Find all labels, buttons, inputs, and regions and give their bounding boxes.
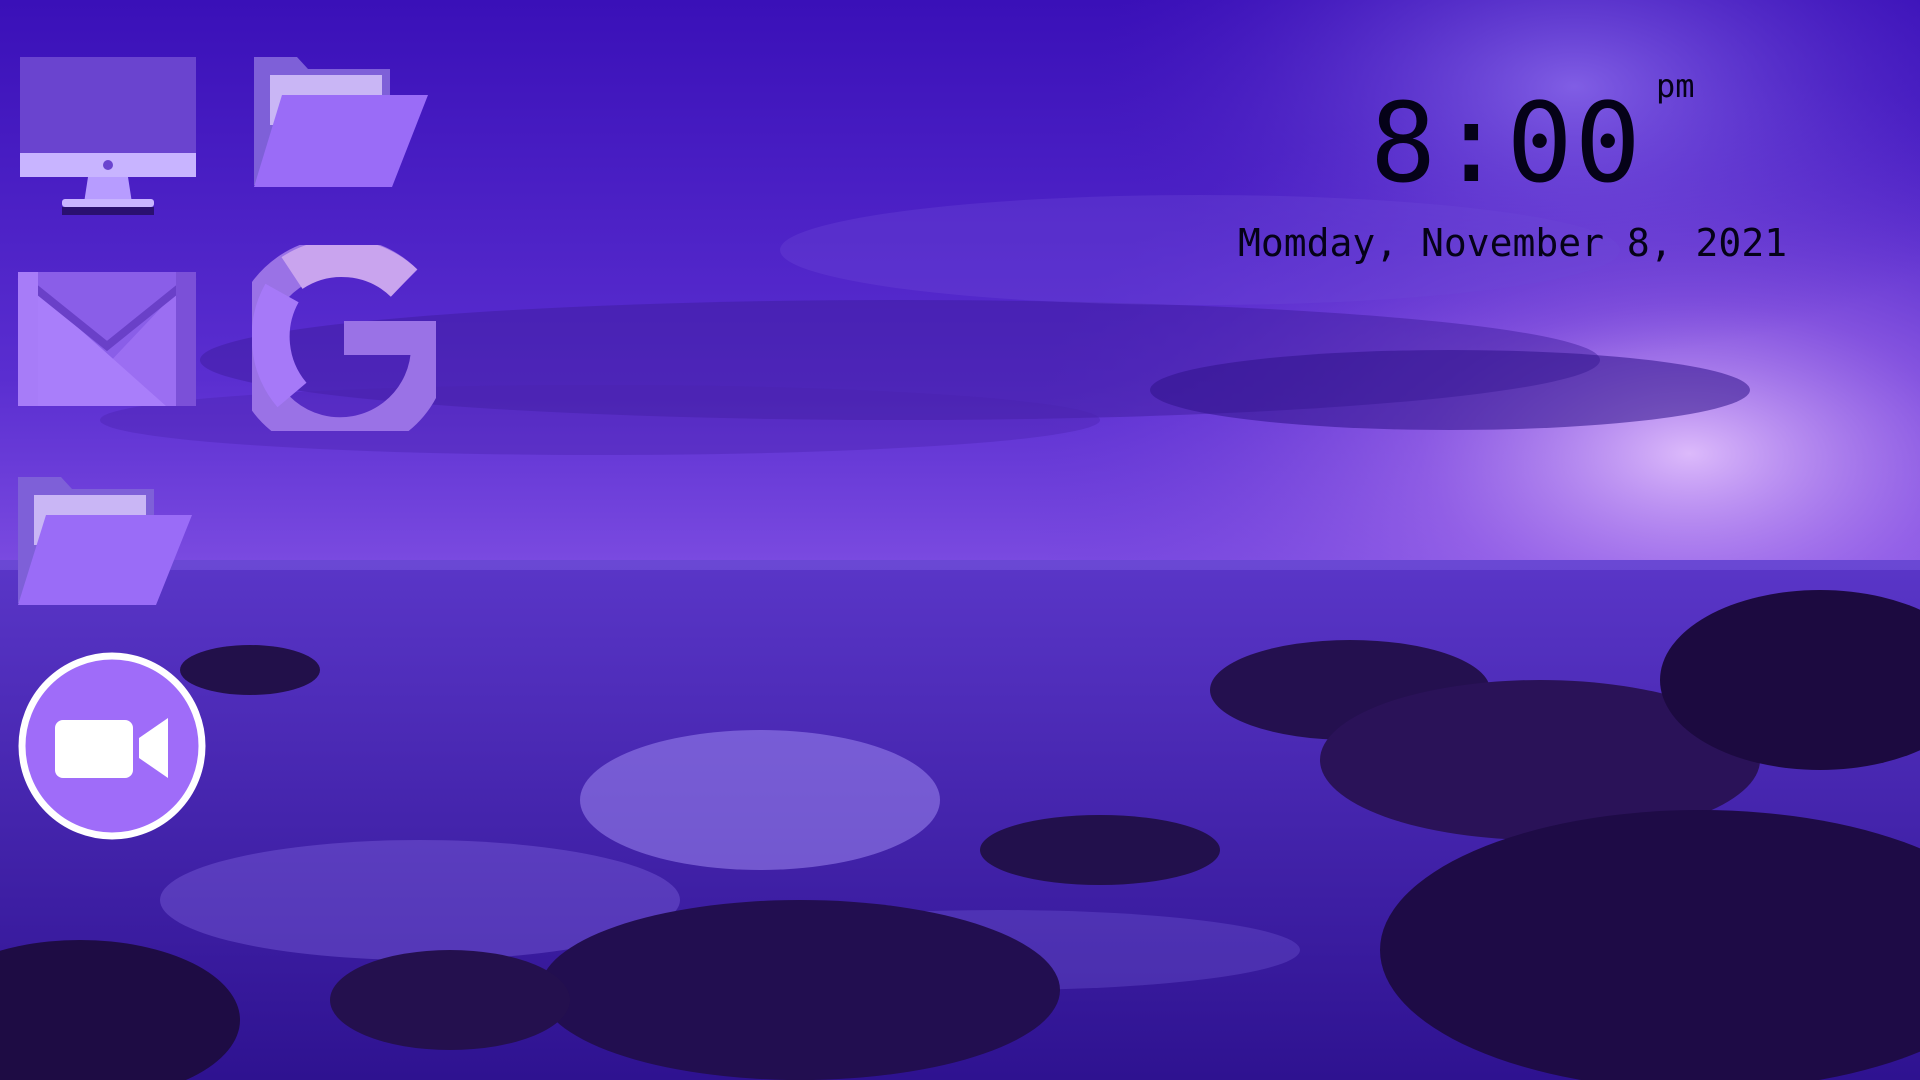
- google-icon: [252, 245, 436, 431]
- folder-icon: [18, 477, 192, 605]
- video-camera-icon: [18, 652, 206, 840]
- desktop-icon-computer[interactable]: [18, 55, 198, 220]
- clock-ampm: pm: [1656, 67, 1695, 105]
- mail-icon: [17, 272, 197, 406]
- clock-date: Momday, November 8, 2021: [1238, 221, 1788, 265]
- computer-icon: [20, 57, 196, 215]
- desktop-icon-folder-2[interactable]: [16, 475, 192, 607]
- desktop-icon-video[interactable]: [18, 652, 208, 842]
- folder-icon: [254, 57, 428, 187]
- desktop: 8:00 pm Momday, November 8, 2021: [0, 0, 1920, 1080]
- clock-time: 8:00: [1370, 79, 1643, 207]
- desktop-icon-mail[interactable]: [16, 270, 198, 408]
- desktop-icon-folder-1[interactable]: [252, 55, 428, 190]
- desktop-icon-google[interactable]: [252, 245, 436, 431]
